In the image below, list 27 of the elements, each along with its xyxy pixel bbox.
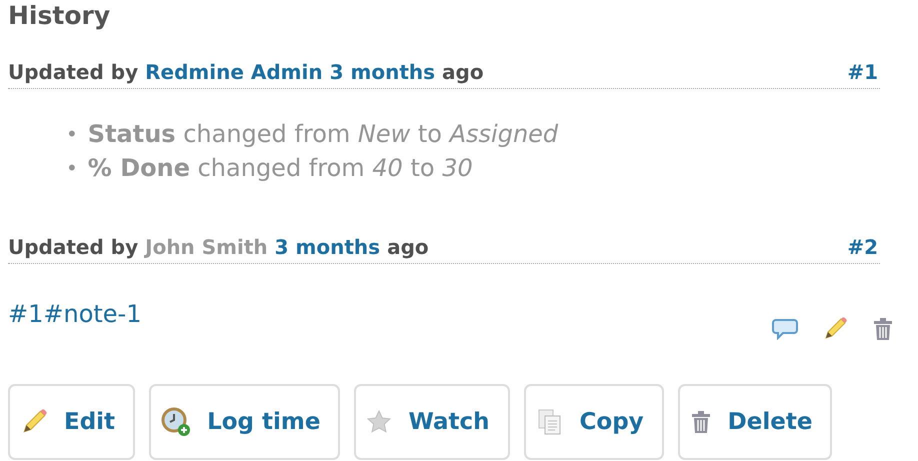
time-link[interactable]: 3 months xyxy=(330,60,436,84)
trash-icon xyxy=(690,410,712,434)
journal-number-link[interactable]: #1 xyxy=(847,60,878,84)
bullet: • xyxy=(66,121,78,148)
ago-label: ago xyxy=(442,60,484,84)
time-link[interactable]: 3 months xyxy=(274,235,380,259)
edit-button[interactable]: Edit xyxy=(8,384,136,460)
log-button[interactable]: Log time xyxy=(149,384,340,460)
section-title: History xyxy=(8,0,112,32)
change-detail: % Done changed from 40 to 30 xyxy=(88,153,474,184)
updated-label: Updated by xyxy=(8,60,138,84)
pencil-icon[interactable] xyxy=(822,316,848,342)
clock-icon xyxy=(161,407,192,437)
author-link[interactable]: Redmine Admin xyxy=(145,60,323,84)
updated-label: Updated by xyxy=(8,235,138,259)
trash-icon[interactable] xyxy=(872,317,894,341)
quote-icon[interactable] xyxy=(772,318,798,340)
ago-label: ago xyxy=(387,235,429,259)
bullet: • xyxy=(66,155,78,182)
delete-button[interactable]: Delete xyxy=(678,384,832,460)
author-name: John Smith xyxy=(145,235,268,259)
copy-button[interactable]: Copy xyxy=(524,384,664,460)
journal-number-link[interactable]: #2 xyxy=(847,235,878,259)
change-detail: Status changed from New to Assigned xyxy=(88,119,560,150)
star-icon xyxy=(366,409,392,435)
watch-button[interactable]: Watch xyxy=(354,384,510,460)
note-link[interactable]: #1#note-1 xyxy=(8,300,142,342)
